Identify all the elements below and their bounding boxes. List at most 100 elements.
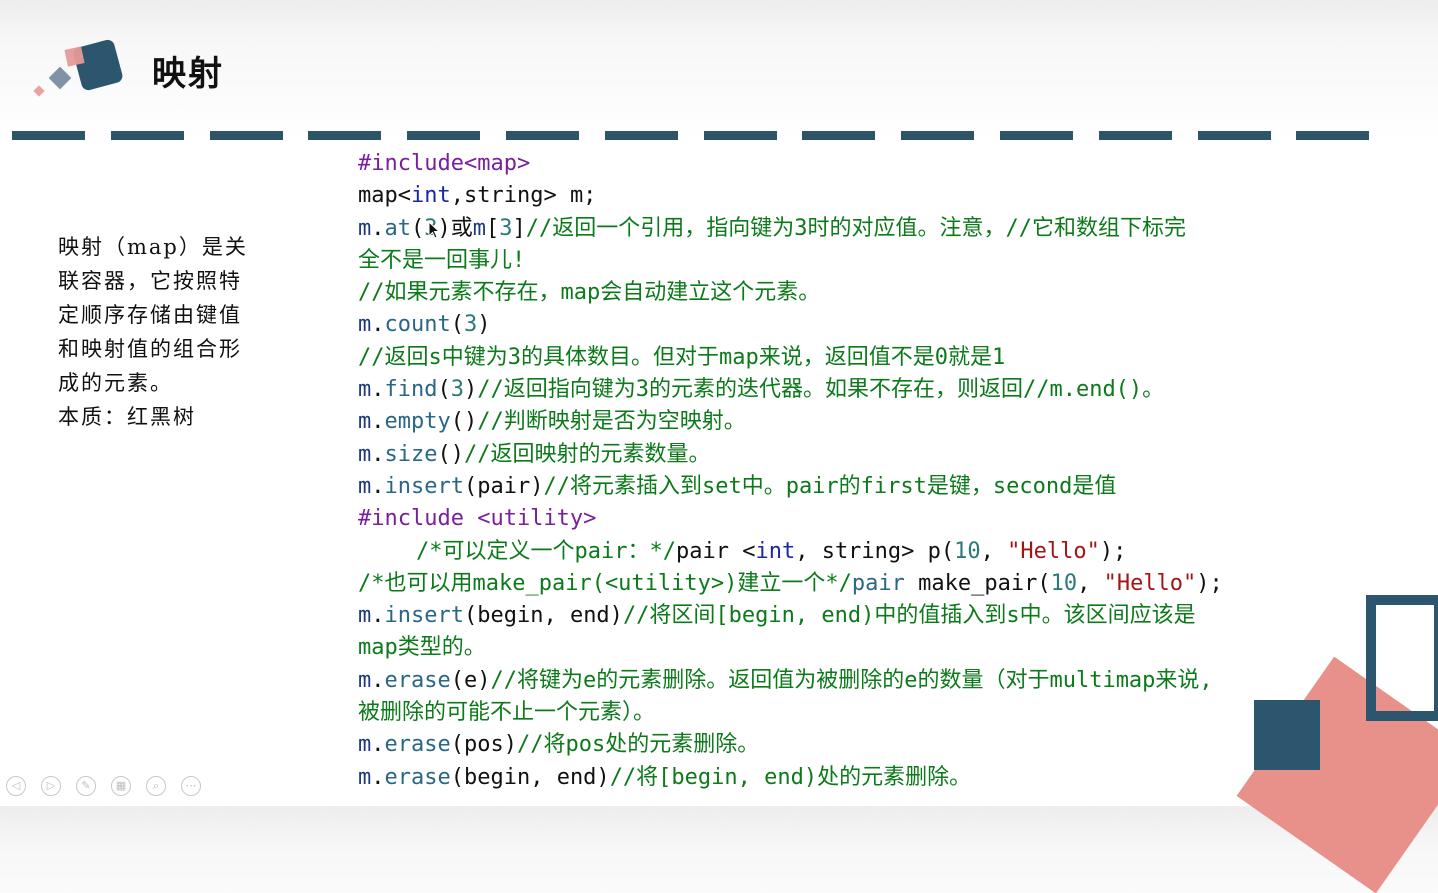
slide-title: 映射: [152, 54, 224, 94]
code-token: /*可以定义一个pair：*/: [416, 538, 676, 564]
code-token: m: [358, 312, 372, 338]
slides-grid-icon[interactable]: ▦: [111, 776, 131, 796]
description-line: 成的元素。: [58, 371, 173, 395]
code-token: erase: [384, 667, 451, 693]
code-line: 被删除的可能不止一个元素）。: [358, 697, 1368, 729]
dash-segment: [604, 131, 678, 140]
code-token: //将pos处的元素删除。: [516, 732, 760, 758]
code-token: 3: [450, 377, 464, 403]
dash-segment: [110, 131, 184, 140]
code-token: //返回指向键为3的元素的迭代器。如果不存在，则返回//m.end()。: [477, 377, 1165, 403]
code-token: m: [358, 409, 372, 435]
code-token: 3: [499, 215, 513, 241]
dash-segment: [407, 131, 481, 140]
code-token: (pair): [463, 473, 544, 499]
code-token: m: [358, 473, 372, 499]
code-token: (): [450, 409, 478, 435]
code-token: .: [371, 667, 385, 693]
code-line: #include <utility>: [358, 503, 1368, 535]
code-token: 全不是一回事儿!: [358, 247, 526, 273]
code-token: m: [358, 215, 372, 241]
zoom-icon[interactable]: ⌕: [146, 776, 166, 796]
code-line: m.erase(begin, end)//将[begin, end)处的元素删除…: [358, 762, 1368, 794]
code-token: //将区间[begin, end)中的值插入到s中。该区间应该是: [622, 603, 1196, 629]
code-token: (: [450, 312, 464, 338]
code-line: //如果元素不存在，map会自动建立这个元素。: [358, 277, 1368, 309]
mouse-cursor-icon: [428, 221, 440, 239]
presentation-slide: 映射 映射（map）是关 联容器，它按照特 定顺序存储由键值 和映射值的组合形 …: [0, 0, 1438, 893]
code-token: m: [358, 603, 372, 629]
code-token: .: [371, 603, 385, 629]
dash-segment: [209, 131, 283, 140]
code-line: #include<map>: [358, 148, 1368, 180]
code-token: );: [1099, 538, 1127, 564]
code-block: #include<map>map<int,string> m;m.at(3)或m…: [358, 148, 1368, 794]
code-token: empty: [384, 409, 451, 435]
code-token: (begin, end): [463, 603, 623, 629]
more-options-icon[interactable]: ⋯: [181, 776, 201, 796]
code-token: //将元素插入到set中。pair的first是键，second是值: [543, 473, 1117, 499]
code-line: m.count(3): [358, 309, 1368, 341]
logo-pink-shape: [64, 46, 85, 67]
code-token: m: [358, 377, 372, 403]
dash-segment: [1197, 131, 1271, 140]
code-token: ): [463, 377, 478, 403]
code-token: ,: [980, 538, 1008, 564]
code-line: m.erase(e)//将键为e的元素删除。返回值为被删除的e的数量（对于mul…: [358, 665, 1368, 697]
dash-segment: [802, 131, 876, 140]
code-token: .: [371, 409, 385, 435]
code-token: //返回一个引用，指向键为3时的对应值。注意，//它和数组下标完: [525, 215, 1186, 241]
code-token: )或: [437, 215, 473, 241]
code-token: m: [358, 441, 372, 467]
code-token: ): [477, 312, 491, 338]
description-line: 和映射值的组合形: [58, 337, 242, 361]
code-token: .: [371, 764, 385, 790]
code-token: /*也可以用make_pair(<utility>)建立一个*/: [358, 570, 852, 596]
code-token: 10: [954, 538, 981, 564]
code-token: m: [358, 667, 372, 693]
code-token: map类型的。: [358, 635, 486, 661]
code-token: pair <: [675, 538, 756, 564]
code-token: find: [384, 377, 438, 403]
code-token: .: [371, 473, 385, 499]
code-token: //如果元素不存在，map会自动建立这个元素。: [358, 280, 821, 306]
code-token: , string> p(: [795, 538, 955, 564]
code-line: /*可以定义一个pair：*/pair <int, string> p(10, …: [358, 536, 1368, 568]
next-slide-icon[interactable]: ▷: [41, 776, 61, 796]
code-line: map类型的。: [358, 632, 1368, 664]
prev-slide-icon[interactable]: ◁: [6, 776, 26, 796]
dash-segment: [901, 131, 975, 140]
description-line: 定顺序存储由键值: [58, 303, 242, 327]
code-token: //判断映射是否为空映射。: [477, 409, 746, 435]
dash-segment: [308, 131, 382, 140]
code-token: m: [358, 732, 372, 758]
code-line: map<int,string> m;: [358, 180, 1368, 212]
code-token: #include <utility>: [358, 506, 597, 532]
code-token: .: [371, 732, 385, 758]
map-description: 映射（map）是关 联容器，它按照特 定顺序存储由键值 和映射值的组合形 成的元…: [58, 230, 288, 434]
code-token: 3: [463, 312, 478, 338]
code-token: erase: [384, 732, 451, 758]
code-token: insert: [384, 603, 464, 629]
code-line: m.insert(begin, end)//将区间[begin, end)中的值…: [358, 600, 1368, 632]
code-token: (: [437, 377, 451, 403]
code-token: int: [410, 183, 451, 209]
code-token: map<: [358, 183, 411, 209]
corner-outline-frame: [1366, 595, 1438, 721]
pen-icon[interactable]: ✎: [76, 776, 96, 796]
code-token: .: [371, 215, 385, 241]
code-token: "Hello": [1007, 538, 1100, 564]
code-token: );: [1196, 570, 1223, 596]
code-token: 10: [1050, 570, 1078, 596]
code-token: (pos): [450, 732, 517, 758]
code-token: pair: [851, 570, 905, 596]
code-token: ]: [512, 215, 526, 241]
code-line: //返回s中键为3的具体数目。但对于map来说，返回值不是0就是1: [358, 342, 1368, 374]
code-token: //将[begin, end)处的元素删除。: [609, 764, 972, 790]
code-token: ,: [1077, 570, 1104, 596]
code-token: (e): [450, 667, 491, 693]
dash-segment: [1000, 131, 1073, 140]
code-token: m: [358, 764, 372, 790]
code-line: 全不是一回事儿!: [358, 245, 1368, 277]
description-line: 联容器，它按照特: [58, 269, 242, 293]
